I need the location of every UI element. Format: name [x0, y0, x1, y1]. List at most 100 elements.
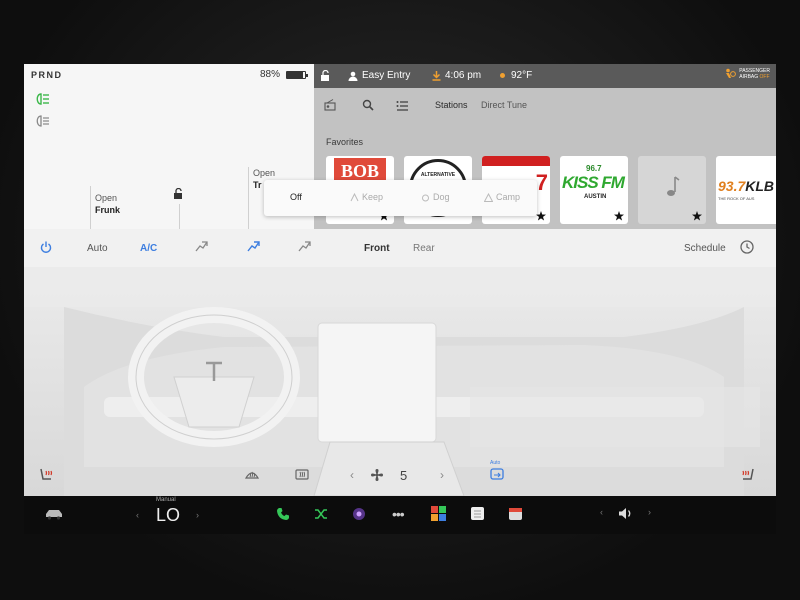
temp-decrease-button[interactable]: ‹: [136, 510, 139, 520]
frunk-label: Frunk: [95, 205, 121, 215]
airflow-face-icon[interactable]: [194, 240, 208, 253]
mode-dog-label: Dog: [433, 192, 450, 202]
station-kiss-freq: 96.7: [586, 164, 602, 173]
sun-icon: [500, 73, 505, 78]
shuffle-icon[interactable]: [314, 508, 328, 520]
station-klb-logo: 93.7KLB: [718, 178, 774, 194]
fan-decrease-button[interactable]: ‹: [350, 468, 354, 482]
airflow-windshield-icon[interactable]: [297, 240, 311, 253]
lock-icon[interactable]: [320, 70, 330, 81]
trunk-guide-line: [248, 167, 249, 229]
queue-icon[interactable]: [396, 99, 408, 111]
volume-icon[interactable]: [618, 507, 634, 520]
favorite-star-icon[interactable]: [614, 211, 624, 221]
car-icon[interactable]: [44, 508, 64, 520]
climate-schedule-button[interactable]: Schedule: [684, 243, 726, 254]
toybox-icon[interactable]: [430, 505, 447, 522]
station-tile-klb[interactable]: 93.7KLB THE ROCK OF AUS: [716, 156, 776, 224]
temp-increase-button[interactable]: ›: [196, 510, 199, 520]
volume-up-button[interactable]: ›: [648, 507, 651, 517]
battery-fill: [287, 71, 303, 78]
frunk-open-button[interactable]: Open Frunk: [95, 192, 120, 216]
airflow-feet-icon[interactable]: [246, 240, 260, 253]
airbag-state: OFF: [759, 74, 770, 80]
profile-name: Easy Entry: [362, 70, 411, 81]
station-kiss-city: AUSTIN: [584, 194, 607, 200]
station-klb-freq: 93.7: [718, 178, 746, 194]
battery-status: 88%: [259, 69, 308, 80]
climate-mode-popup: Off Keep Dog Camp: [264, 180, 537, 216]
station-3-art: [482, 156, 550, 166]
fan-increase-button[interactable]: ›: [440, 468, 444, 482]
station-klb-name: KLB: [745, 178, 775, 194]
door-guide-line: [179, 204, 180, 229]
climate-rear-tab[interactable]: Rear: [413, 243, 435, 254]
frunk-guide-line: [90, 186, 91, 229]
outside-temp: 92°F: [498, 70, 532, 81]
airbag-icon: [726, 68, 737, 78]
music-note-icon: [667, 176, 680, 196]
clock: 4:06 pm: [432, 70, 481, 81]
driver-profile[interactable]: Easy Entry: [348, 70, 410, 81]
status-bar: Easy Entry 4:06 pm 92°F PASSENGER AIRBAG…: [314, 64, 776, 88]
battery-icon: [286, 70, 308, 79]
climate-bottom-controls: ‹ 5 › Auto: [24, 459, 776, 496]
unlock-icon[interactable]: [172, 188, 184, 200]
front-defrost-icon[interactable]: [244, 468, 260, 481]
mode-keep-label: Keep: [362, 192, 384, 202]
power-icon[interactable]: [40, 241, 52, 253]
passenger-airbag-status: PASSENGER AIRBAG OFF: [724, 68, 770, 80]
calendar-icon[interactable]: [508, 506, 523, 521]
fan-icon: [371, 469, 383, 481]
recirculate-icon[interactable]: [490, 468, 504, 480]
gear-indicator: PRND: [31, 70, 63, 80]
cabin-temp-value[interactable]: LO: [156, 505, 180, 526]
app-dock: Manual ‹ LO › ••• ‹ ›: [24, 496, 776, 534]
mode-keep-button[interactable]: Keep: [350, 192, 383, 202]
radio-icon[interactable]: [324, 99, 336, 111]
battery-percent: 88%: [259, 69, 280, 80]
mode-off-button[interactable]: Off: [290, 192, 302, 202]
station-klb-sub: THE ROCK OF AUS: [718, 196, 755, 201]
frunk-open-label: Open: [95, 193, 118, 203]
tab-direct-tune[interactable]: Direct Tune: [481, 100, 527, 110]
trunk-open-label: Open: [253, 168, 276, 178]
download-icon[interactable]: [432, 70, 441, 81]
climate-front-tab[interactable]: Front: [364, 243, 390, 254]
time-label: 4:06 pm: [445, 70, 482, 81]
favorite-star-icon[interactable]: [536, 211, 546, 221]
driver-seat-heater-icon[interactable]: [38, 467, 54, 483]
media-tab-bar: Stations Direct Tune: [314, 96, 776, 116]
camera-icon[interactable]: [352, 507, 366, 521]
favorites-heading: Favorites: [326, 137, 364, 147]
mode-camp-button[interactable]: Camp: [484, 192, 520, 202]
temperature-label: 92°F: [511, 70, 533, 81]
clock-icon[interactable]: [740, 240, 754, 254]
airbag-line2: AIRBAG: [739, 74, 759, 80]
person-icon: [348, 71, 358, 81]
headlight-icon[interactable]: [32, 92, 50, 106]
keep-icon: [350, 192, 359, 201]
dog-icon: [422, 194, 429, 201]
rear-defrost-icon[interactable]: [294, 468, 310, 481]
mode-dog-button[interactable]: Dog: [421, 192, 450, 202]
phone-icon[interactable]: [276, 507, 290, 521]
temp-mode-label: Manual: [156, 497, 176, 503]
climate-ac-button[interactable]: A/C: [140, 243, 157, 254]
notes-icon[interactable]: [470, 506, 485, 521]
tab-stations[interactable]: Stations: [435, 100, 468, 110]
climate-auto-button[interactable]: Auto: [87, 243, 108, 254]
fan-speed-value: 5: [400, 468, 408, 483]
camp-tent-icon: [484, 192, 493, 202]
station-kiss-logo: KISS FM: [562, 173, 625, 192]
touchscreen: PRND 88% Open Frunk Open Tr Easy Entry 4…: [24, 64, 776, 496]
parking-light-icon[interactable]: [32, 114, 50, 128]
more-apps-button[interactable]: •••: [392, 506, 405, 522]
mode-camp-label: Camp: [496, 192, 521, 202]
volume-down-button[interactable]: ‹: [600, 507, 603, 517]
passenger-seat-heater-icon[interactable]: [740, 467, 756, 483]
climate-control-bar: Auto A/C Front Rear Schedule: [24, 229, 776, 267]
search-icon[interactable]: [362, 99, 374, 111]
recirc-auto-label: Auto: [490, 460, 501, 466]
favorite-star-icon[interactable]: [692, 211, 702, 221]
